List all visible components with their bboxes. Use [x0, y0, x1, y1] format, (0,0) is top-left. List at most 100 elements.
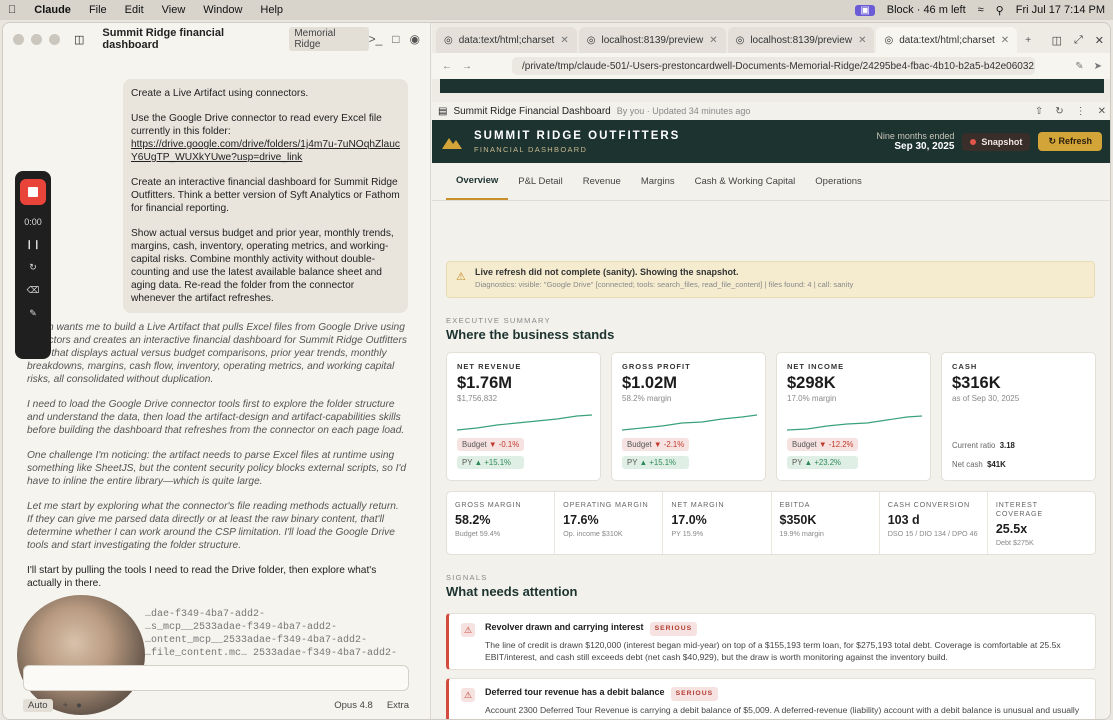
kpi-value: $1.76M — [457, 374, 513, 392]
share-icon[interactable]: ⇧ — [1035, 106, 1043, 117]
tab-label: localhost:8139/preview — [601, 34, 704, 46]
tab-cash-working-capital[interactable]: Cash & Working Capital — [685, 164, 806, 199]
alert-triangle-icon: ⚠ — [461, 623, 475, 637]
user-message-text: Create a Live Artifact using connectors. — [131, 88, 309, 99]
project-badge[interactable]: Memorial Ridge — [289, 27, 369, 51]
assistant-response: I'll start by pulling the tools I need t… — [27, 565, 377, 589]
pause-icon[interactable]: ❙❙ — [25, 239, 40, 250]
draw-icon[interactable]: ✎ — [29, 308, 37, 319]
ratio-cash-conversion[interactable]: CASH CONVERSION 103 d DSO 15 / DIO 134 / D… — [880, 492, 988, 554]
menu-help[interactable]: Help — [260, 4, 283, 16]
refresh-warning: ⚠ Live refresh did not complete (sanity)… — [446, 261, 1095, 298]
forward-icon[interactable]: → — [462, 61, 472, 72]
tab-overview[interactable]: Overview — [446, 163, 509, 200]
terminal-icon[interactable]: >_ — [369, 32, 383, 46]
tool-call-item[interactable]: …file_content.mc… 2533adae-f349-4ba7-add… — [145, 647, 397, 660]
minimize-window-button[interactable] — [31, 33, 42, 45]
ratio-interest-coverage[interactable]: INTEREST COVERAGE 25.5x Debt $275K — [988, 492, 1095, 554]
kpi-card-gross-profit[interactable]: GROSS PROFIT $1.02M 58.2% margin Budget … — [611, 352, 766, 481]
kpi-value: $316K — [952, 374, 1001, 392]
mic-icon[interactable]: ● — [76, 700, 82, 711]
menu-window[interactable]: Window — [203, 4, 242, 16]
stop-recording-button[interactable] — [20, 179, 46, 205]
mode-selector[interactable]: Auto — [23, 699, 53, 712]
snapshot-button[interactable]: Snapshot — [962, 132, 1031, 151]
alert-triangle-icon: ⚠ — [461, 688, 475, 702]
back-icon[interactable]: ← — [442, 61, 452, 72]
message-input[interactable] — [23, 665, 409, 691]
budget-variance-chip: Budget ▼ -12.2% — [787, 438, 859, 451]
conversation-title[interactable]: Summit Ridge financial dashboard — [102, 27, 281, 51]
menu-edit[interactable]: Edit — [125, 4, 144, 16]
add-icon[interactable]: + — [63, 700, 69, 711]
tab-margins[interactable]: Margins — [631, 164, 685, 199]
edit-icon[interactable]: ✎ — [1075, 61, 1083, 72]
browser-tab[interactable]: ◎ localhost:8139/preview ✕ — [727, 27, 875, 53]
user-message-text: Create an interactive financial dashboar… — [131, 177, 400, 214]
period-date: Sep 30, 2025 — [894, 141, 955, 152]
refresh-button[interactable]: ↻ Refresh — [1038, 132, 1102, 151]
url-field[interactable]: /private/tmp/claude-501/-Users-prestonca… — [512, 57, 1036, 75]
close-tab-icon[interactable]: ✕ — [1001, 35, 1009, 46]
panel-icon[interactable]: □ — [392, 32, 399, 46]
close-window-button[interactable] — [13, 33, 24, 45]
browser-tab[interactable]: ◎ data:text/html;charset ✕ — [436, 27, 577, 53]
period-label: Nine months ended — [876, 131, 955, 141]
kpi-card-cash[interactable]: CASH $316K as of Sep 30, 2025 Current ra… — [941, 352, 1096, 481]
sidebar-toggle-icon[interactable]: ◫ — [74, 33, 84, 46]
ratio-ebitda[interactable]: EBITDA $350K 19.9% margin — [772, 492, 880, 554]
wifi-icon[interactable]: ≈ — [978, 4, 984, 16]
menu-app-name[interactable]: Claude — [34, 4, 71, 16]
tool-call-item[interactable]: …dae-f349-4ba7-add2- — [145, 608, 397, 621]
apple-icon[interactable]:  — [8, 4, 16, 16]
browser-tab-active[interactable]: ◎ data:text/html;charset ✕ — [876, 27, 1018, 53]
close-tab-icon[interactable]: ✕ — [858, 35, 866, 46]
clock[interactable]: Fri Jul 17 7:14 PM — [1016, 4, 1105, 16]
kpi-card-net-revenue[interactable]: NET REVENUE $1.76M $1,756,832 Budget ▼ -… — [446, 352, 601, 481]
signal-card[interactable]: ⚠ Deferred tour revenue has a debit bala… — [446, 678, 1096, 719]
new-tab-icon[interactable]: + — [1019, 27, 1037, 53]
trash-icon[interactable]: ⌫ — [27, 285, 40, 296]
close-pane-icon[interactable]: ✕ — [1095, 34, 1104, 47]
account-icon[interactable]: ◉ — [410, 32, 420, 46]
kpi-card-net-income[interactable]: NET INCOME $298K 17.0% margin Budget ▼ -… — [776, 352, 931, 481]
reload-icon[interactable]: ↻ — [1055, 106, 1063, 117]
pointer-icon[interactable]: ➤ — [1094, 61, 1102, 72]
ratio-value: 103 d — [887, 513, 920, 527]
signal-card[interactable]: ⚠ Revolver drawn and carrying interest SE… — [446, 613, 1096, 670]
tab-revenue[interactable]: Revenue — [573, 164, 631, 199]
tool-call-item[interactable]: …ontent_mcp__2533adae-f349-4ba7-add2- — [145, 634, 397, 647]
screen-record-icon[interactable]: ▣ — [855, 4, 875, 16]
more-icon[interactable]: ⋮ — [1076, 106, 1086, 117]
ratio-gross-margin[interactable]: GROSS MARGIN 58.2% Budget 59.4% — [447, 492, 556, 554]
metric-value: $41K — [987, 460, 1006, 469]
search-icon[interactable]: ⚲ — [996, 4, 1004, 17]
expand-icon[interactable]: ⤢ — [1074, 34, 1083, 47]
close-tab-icon[interactable]: ✕ — [560, 35, 568, 46]
menu-file[interactable]: File — [89, 4, 107, 16]
layout-icon[interactable]: ◫ — [1052, 34, 1062, 47]
tool-call-list: …dae-f349-4ba7-add2- …s_mcp__2533adae-f3… — [145, 608, 397, 660]
focus-timer[interactable]: Block · 46 m left — [887, 4, 966, 16]
close-artifact-icon[interactable]: ✕ — [1098, 106, 1106, 117]
ratio-subtext: 19.9% margin — [779, 529, 824, 538]
menu-view[interactable]: View — [162, 4, 186, 16]
drive-folder-link[interactable]: https://drive.google.com/drive/folders/1… — [131, 138, 400, 164]
tab-operations[interactable]: Operations — [805, 164, 871, 199]
ratio-subtext: Budget 59.4% — [455, 529, 501, 538]
restart-icon[interactable]: ↻ — [29, 262, 37, 273]
ratio-net-margin[interactable]: NET MARGIN 17.0% PY 15.9% — [663, 492, 772, 554]
snapshot-label: Snapshot — [981, 136, 1023, 147]
preview-pane: ◎ data:text/html;charset ✕ ◎ localhost:8139… — [432, 23, 1110, 719]
ratio-value: 58.2% — [455, 513, 491, 527]
tool-call-item[interactable]: …s_mcp__2533adae-f349-4ba7-add2- — [145, 621, 397, 634]
ratio-operating-margin[interactable]: OPERATING MARGIN 17.6% Op. income $310K — [555, 492, 664, 554]
ratio-strip: GROSS MARGIN 58.2% Budget 59.4% OPERATING … — [446, 491, 1096, 555]
close-tab-icon[interactable]: ✕ — [709, 35, 717, 46]
model-selector[interactable]: Opus 4.8 — [334, 700, 373, 711]
zoom-window-button[interactable] — [49, 33, 60, 45]
effort-selector[interactable]: Extra — [387, 700, 409, 711]
tab-pl-detail[interactable]: P&L Detail — [508, 164, 573, 199]
globe-icon: ◎ — [884, 34, 894, 46]
browser-tab[interactable]: ◎ localhost:8139/preview ✕ — [578, 27, 726, 53]
